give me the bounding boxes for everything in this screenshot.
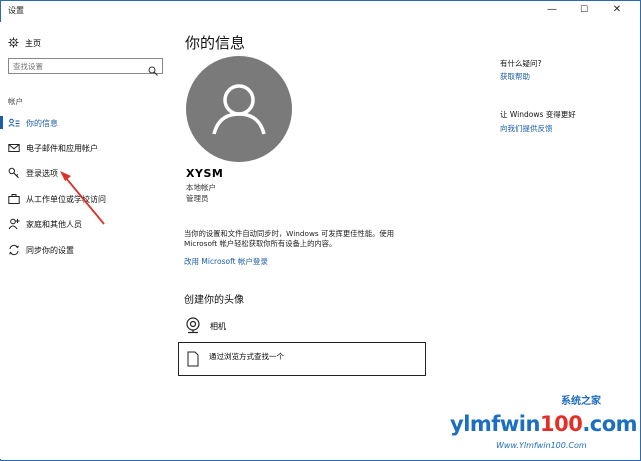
watermark-cn: 系统之家 [561,396,601,407]
minimize-button[interactable]: — [542,3,562,17]
watermark-blue: ylmfwin [450,412,540,436]
sidebar-item-label: 家庭和其他人员 [26,219,82,229]
sidebar [0,22,172,459]
briefcase-icon [8,193,20,205]
watermark-tail: .com [582,412,638,436]
create-avatar-heading: 创建你的头像 [184,295,244,306]
sidebar-item-your-info[interactable]: 你的信息 [8,116,58,130]
browse-label: 通过浏览方式查找一个 [209,352,284,361]
sidebar-item-label: 你的信息 [26,118,58,128]
person-icon [212,84,266,135]
camera-label: 相机 [210,321,226,331]
home-label: 主页 [25,38,41,48]
browse-button[interactable]: 通过浏览方式查找一个 [178,342,426,376]
person-add-icon [8,218,20,230]
sidebar-item-sync[interactable]: 同步你的设置 [8,243,74,257]
sidebar-item-label: 登录选项 [26,168,58,178]
home-nav[interactable]: 主页 [8,36,41,50]
key-icon [8,167,20,179]
person-card-icon [8,117,20,129]
active-indicator [0,116,3,129]
mail-icon [8,142,20,154]
sidebar-item-label: 电子邮件和应用帐户 [26,143,98,153]
page-title: 你的信息 [185,34,246,52]
close-button[interactable]: ✕ [607,3,627,17]
watermark-red: 100 [539,412,583,436]
sidebar-item-family[interactable]: 家庭和其他人员 [8,217,82,231]
search-input[interactable] [13,61,143,71]
sidebar-item-email-accounts[interactable]: 电子邮件和应用帐户 [8,141,98,155]
section-title: 帐户 [8,97,23,106]
get-help-link[interactable]: 获取帮助 [500,71,530,82]
window-title: 设置 [8,6,24,15]
sync-icon [8,244,20,256]
watermark-url: Www.Ylmfwin100.Com [496,441,587,450]
feedback-link[interactable]: 向我们提供反馈 [500,123,553,134]
improve-heading: 让 Windows 变得更好 [500,110,576,119]
microsoft-signin-link[interactable]: 改用 Microsoft 帐户登录 [184,256,268,267]
sync-description: 当你的设置和文件自动同步时，Windows 可发挥更佳性能。使用 Microso… [184,229,395,248]
maximize-button[interactable]: ☐ [574,3,594,17]
gear-icon [8,36,19,50]
sidebar-item-label: 从工作单位或学校访问 [26,194,106,204]
sidebar-item-work-school[interactable]: 从工作单位或学校访问 [8,192,106,206]
search-box[interactable] [8,58,163,76]
camera-icon [184,316,202,336]
username: XYSM [186,167,224,180]
camera-option[interactable]: 相机 [184,316,226,336]
question-heading: 有什么疑问? [500,59,542,68]
account-role: 管理员 [186,194,209,203]
sidebar-item-label: 同步你的设置 [26,245,74,255]
avatar [186,56,292,162]
sidebar-item-sign-in-options[interactable]: 登录选项 [8,166,58,180]
account-type: 本地帐户 [186,183,216,192]
watermark-logo: ylmfwin100.com [450,412,638,436]
file-icon [186,351,200,367]
search-icon[interactable] [148,61,158,76]
title-bar: 设置 — ☐ ✕ [0,0,641,22]
